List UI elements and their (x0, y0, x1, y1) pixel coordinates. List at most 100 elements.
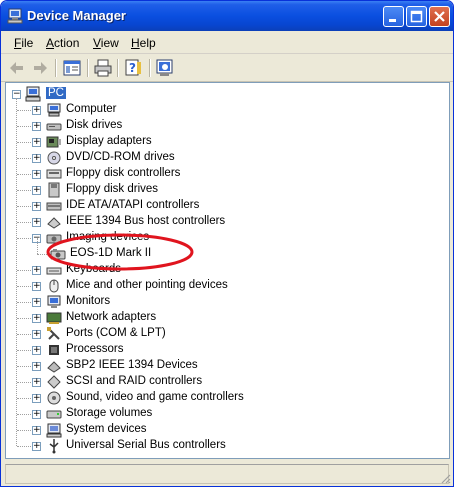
tree-category-item[interactable]: + Floppy disk drives (6, 182, 426, 198)
tree-item-label: Ports (COM & LPT) (66, 327, 166, 339)
tree-guide-line (17, 142, 31, 143)
tree-item-label: Disk drives (66, 119, 123, 131)
close-button[interactable] (429, 6, 450, 27)
expand-icon[interactable]: + (32, 154, 41, 163)
tree-root-label: PC (46, 87, 66, 99)
svg-text:?: ? (129, 61, 136, 75)
expand-icon[interactable]: + (32, 138, 41, 147)
tree-guide-line (17, 430, 31, 431)
tree-category-item[interactable]: + Ports (COM & LPT) (6, 326, 426, 342)
tree-guide-line (17, 414, 31, 415)
maximize-button[interactable] (406, 6, 427, 27)
menu-view[interactable]: View (93, 36, 119, 50)
disk-drive-icon (46, 123, 62, 131)
tree-item-label: Computer (66, 103, 117, 115)
close-icon (434, 11, 445, 22)
tree-category-item[interactable]: + Mice and other pointing devices (6, 278, 426, 294)
expand-icon[interactable]: + (32, 314, 41, 323)
tree-item-label: Floppy disk drives (66, 183, 159, 195)
expand-icon[interactable]: + (32, 442, 41, 451)
expand-icon[interactable]: + (32, 378, 41, 387)
expand-icon[interactable]: + (32, 122, 41, 131)
tree-category-item[interactable]: + Network adapters (6, 310, 426, 326)
tree-item-label: Floppy disk controllers (66, 167, 181, 179)
tree-item-label: DVD/CD-ROM drives (66, 151, 175, 163)
tree-guide-line (17, 366, 31, 367)
expand-icon[interactable]: + (32, 106, 41, 115)
menu-file[interactable]: File (14, 36, 33, 50)
tree-guide-line (17, 158, 31, 159)
tree-guide-line (17, 190, 31, 191)
tree-category-item[interactable]: + Computer (6, 102, 426, 118)
annotation-ellipse (46, 233, 194, 271)
show-hide-console-tree-icon[interactable] (62, 58, 82, 78)
tree-item-label: Monitors (66, 295, 111, 307)
expand-icon[interactable]: + (32, 218, 41, 227)
tree-category-item[interactable]: + SCSI and RAID controllers (6, 374, 426, 390)
minimize-button[interactable] (383, 6, 404, 27)
cd-drive-icon (47, 151, 61, 165)
tree-guide-line (17, 302, 31, 303)
help-icon[interactable]: ? (123, 58, 143, 78)
menu-action[interactable]: Action (46, 36, 79, 50)
tree-category-item[interactable]: + DVD/CD-ROM drives (6, 150, 426, 166)
port-icon (47, 327, 60, 340)
tree-item-label: Processors (66, 343, 124, 355)
back-arrow-icon[interactable] (7, 58, 27, 78)
menu-bar: File Action View Help (1, 31, 453, 54)
tree-item-label: Sound, video and game controllers (66, 391, 244, 403)
tree-category-item[interactable]: + Sound, video and game controllers (6, 390, 426, 406)
expand-icon[interactable]: + (32, 282, 41, 291)
menu-help[interactable]: Help (131, 36, 156, 50)
expand-icon[interactable]: + (32, 410, 41, 419)
tree-category-item[interactable]: + Monitors (6, 294, 426, 310)
expand-icon[interactable]: + (32, 186, 41, 195)
tree-category-item[interactable]: + Universal Serial Bus controllers (6, 438, 426, 454)
expand-icon[interactable]: + (32, 330, 41, 339)
tree-category-item[interactable]: + Disk drives (6, 118, 426, 134)
sound-icon (47, 391, 61, 405)
tree-guide-line (17, 350, 31, 351)
toolbar: ? (1, 54, 453, 82)
scan-hardware-changes-icon[interactable] (155, 58, 175, 78)
tree-guide-line (17, 206, 31, 207)
tree-category-item[interactable]: + Processors (6, 342, 426, 358)
tree-item-label: SBP2 IEEE 1394 Devices (66, 359, 198, 371)
forward-arrow-icon[interactable] (30, 58, 50, 78)
print-icon[interactable] (93, 58, 113, 78)
tree-category-item[interactable]: + IDE ATA/ATAPI controllers (6, 198, 426, 214)
tree-guide-line (17, 270, 31, 271)
title-bar[interactable]: Device Manager (1, 1, 453, 31)
expand-icon[interactable]: + (32, 298, 41, 307)
tree-guide-line (17, 238, 31, 239)
storage-volume-icon (46, 410, 62, 419)
tree-root[interactable]: − PC (10, 86, 130, 102)
tree-category-item[interactable]: + IEEE 1394 Bus host controllers (6, 214, 426, 230)
tree-guide-line (17, 110, 31, 111)
system-device-icon (46, 423, 62, 438)
device-tree[interactable]: − PC + Computer + Disk drives + Display adapt… (5, 82, 450, 459)
expand-icon[interactable]: + (32, 362, 41, 371)
tree-item-label: IDE ATA/ATAPI controllers (66, 199, 200, 211)
tree-category-item[interactable]: + Storage volumes (6, 406, 426, 422)
tree-guide-line (17, 446, 31, 447)
tree-item-label: Universal Serial Bus controllers (66, 439, 226, 451)
device-manager-icon (7, 8, 23, 24)
ide-controller-icon (46, 202, 62, 211)
expand-icon[interactable]: + (32, 266, 41, 275)
display-adapter-icon (46, 136, 61, 148)
tree-item-label: Display adapters (66, 135, 152, 147)
tree-category-item[interactable]: + System devices (6, 422, 426, 438)
expand-icon[interactable]: + (32, 170, 41, 179)
tree-category-item[interactable]: + Display adapters (6, 134, 426, 150)
tree-category-item[interactable]: + SBP2 IEEE 1394 Devices (6, 358, 426, 374)
pc-icon (25, 86, 41, 102)
expand-icon[interactable]: + (32, 346, 41, 355)
expand-icon[interactable]: + (32, 394, 41, 403)
expand-icon[interactable]: + (32, 202, 41, 211)
expand-icon[interactable]: + (32, 426, 41, 435)
resize-grip-icon[interactable] (439, 472, 451, 484)
tree-category-item[interactable]: + Floppy disk controllers (6, 166, 426, 182)
usb-icon (49, 439, 59, 454)
maximize-icon (410, 10, 423, 23)
